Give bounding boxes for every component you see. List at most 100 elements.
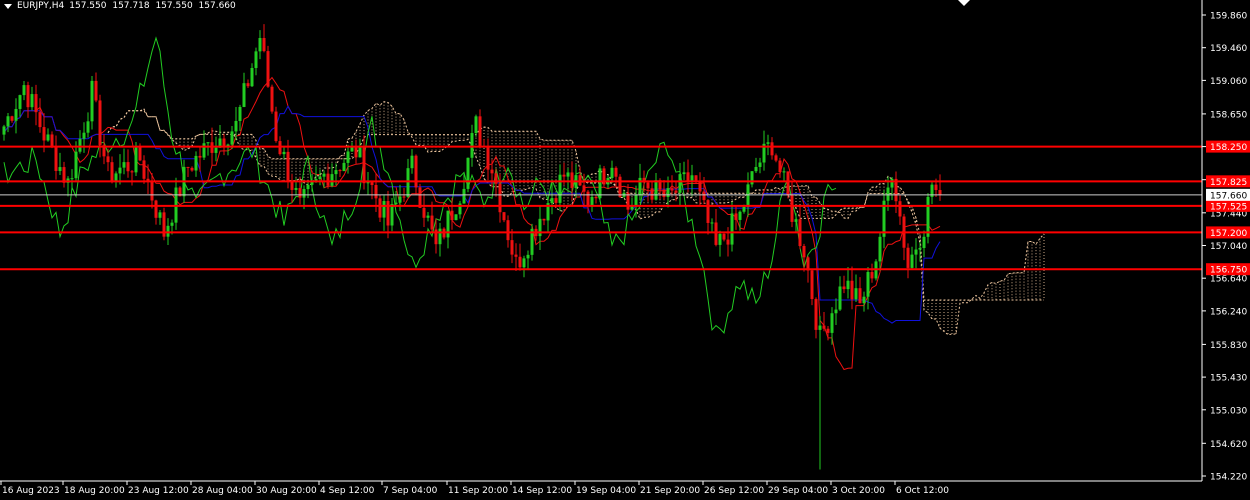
candle-body	[286, 151, 290, 182]
candle-body	[886, 187, 890, 201]
x-tick-label: 23 Aug 12:00	[128, 486, 189, 496]
candle-body	[202, 143, 206, 158]
close-value: 157.660	[198, 1, 236, 11]
candle-body	[22, 85, 26, 96]
candle-body	[130, 171, 134, 173]
candle-body	[170, 222, 174, 226]
candle-body	[290, 181, 294, 190]
candle-body	[878, 236, 882, 262]
y-tick-label: 154.620	[1210, 440, 1247, 450]
candle-body	[598, 168, 602, 199]
candle-body	[822, 325, 826, 329]
candle-body	[402, 196, 406, 198]
candle-body	[870, 272, 874, 279]
candle-body	[10, 116, 14, 121]
candle-body	[370, 182, 374, 186]
candle-body	[466, 157, 470, 189]
candle-body	[378, 198, 382, 218]
candle-body	[426, 215, 430, 218]
candle-body	[670, 188, 674, 191]
chart-header: EURJPY,H4 157.550 157.718 157.550 157.66…	[4, 1, 239, 11]
candle-body	[862, 296, 866, 304]
x-tick-label: 3 Oct 20:00	[832, 486, 885, 496]
candle-body	[818, 325, 822, 330]
x-tick-label: 11 Sep 20:00	[448, 486, 508, 496]
candle-body	[462, 188, 466, 204]
candle-body	[634, 194, 638, 206]
candle-body	[338, 170, 342, 172]
candle-body	[110, 162, 114, 183]
level-price-label: 157.825	[1210, 178, 1247, 188]
candle-body	[910, 254, 914, 268]
menu-triangle-icon[interactable]	[4, 4, 12, 9]
candle-body	[414, 155, 418, 188]
candle-body	[186, 166, 190, 168]
candle-body	[262, 38, 266, 52]
candle-body	[346, 151, 350, 163]
y-tick-label: 159.460	[1210, 44, 1247, 54]
candle-body	[898, 201, 902, 217]
candle-body	[866, 272, 870, 297]
candle-body	[470, 133, 474, 158]
y-tick-label: 155.430	[1210, 374, 1247, 384]
x-tick-label: 29 Sep 04:00	[768, 486, 828, 496]
candle-body	[138, 147, 142, 161]
candle-body	[478, 116, 482, 147]
candle-body	[486, 146, 490, 170]
candle-body	[106, 156, 110, 163]
candle-body	[610, 167, 614, 179]
y-tick-label: 157.040	[1210, 242, 1247, 252]
candle-body	[662, 189, 666, 198]
candle-body	[318, 176, 322, 180]
y-tick-label: 158.650	[1210, 110, 1247, 120]
candle-body	[366, 182, 370, 184]
candle-body	[50, 134, 54, 147]
candle-body	[142, 160, 146, 179]
candle-body	[794, 219, 798, 222]
x-tick-label: 4 Sep 12:00	[320, 486, 375, 496]
level-price-label: 157.525	[1210, 202, 1247, 212]
x-tick-label: 18 Aug 20:00	[64, 486, 125, 496]
candle-body	[778, 160, 782, 173]
candle-body	[298, 188, 302, 198]
candle-body	[746, 184, 750, 207]
high-value: 157.718	[112, 1, 150, 11]
candle-body	[270, 86, 274, 112]
candle-body	[358, 146, 362, 158]
candle-body	[666, 188, 670, 198]
candle-body	[158, 212, 162, 218]
y-tick-label: 159.860	[1210, 12, 1247, 22]
candle-body	[766, 142, 770, 144]
candle-body	[502, 212, 506, 221]
candle-body	[74, 151, 78, 179]
candle-body	[846, 280, 850, 290]
candle-body	[238, 106, 242, 121]
candle-body	[54, 146, 58, 171]
candle-body	[450, 210, 454, 221]
candle-body	[518, 256, 522, 268]
candle-body	[122, 162, 126, 168]
candle-body	[382, 201, 386, 218]
candle-body	[618, 176, 622, 197]
candle-body	[322, 173, 326, 177]
candle-body	[410, 155, 414, 169]
candle-body	[922, 236, 926, 248]
candle-body	[274, 111, 278, 142]
candle-body	[562, 174, 566, 177]
candle-body	[754, 166, 758, 172]
candle-body	[198, 155, 202, 158]
candle-body	[190, 167, 194, 171]
candle-body	[682, 172, 686, 175]
candle-body	[430, 215, 434, 230]
candle-body	[26, 85, 30, 108]
candle-body	[242, 83, 246, 107]
candle-body	[710, 222, 714, 224]
candle-body	[738, 211, 742, 220]
candle-body	[858, 288, 862, 304]
price-chart[interactable]: 159.860 159.460 159.060 158.650 158.250 157.8…	[0, 0, 1250, 500]
candle-body	[222, 138, 226, 147]
candle-body	[326, 173, 330, 186]
candle-body	[98, 100, 102, 146]
candle-body	[506, 220, 510, 241]
candle-body	[934, 184, 938, 191]
